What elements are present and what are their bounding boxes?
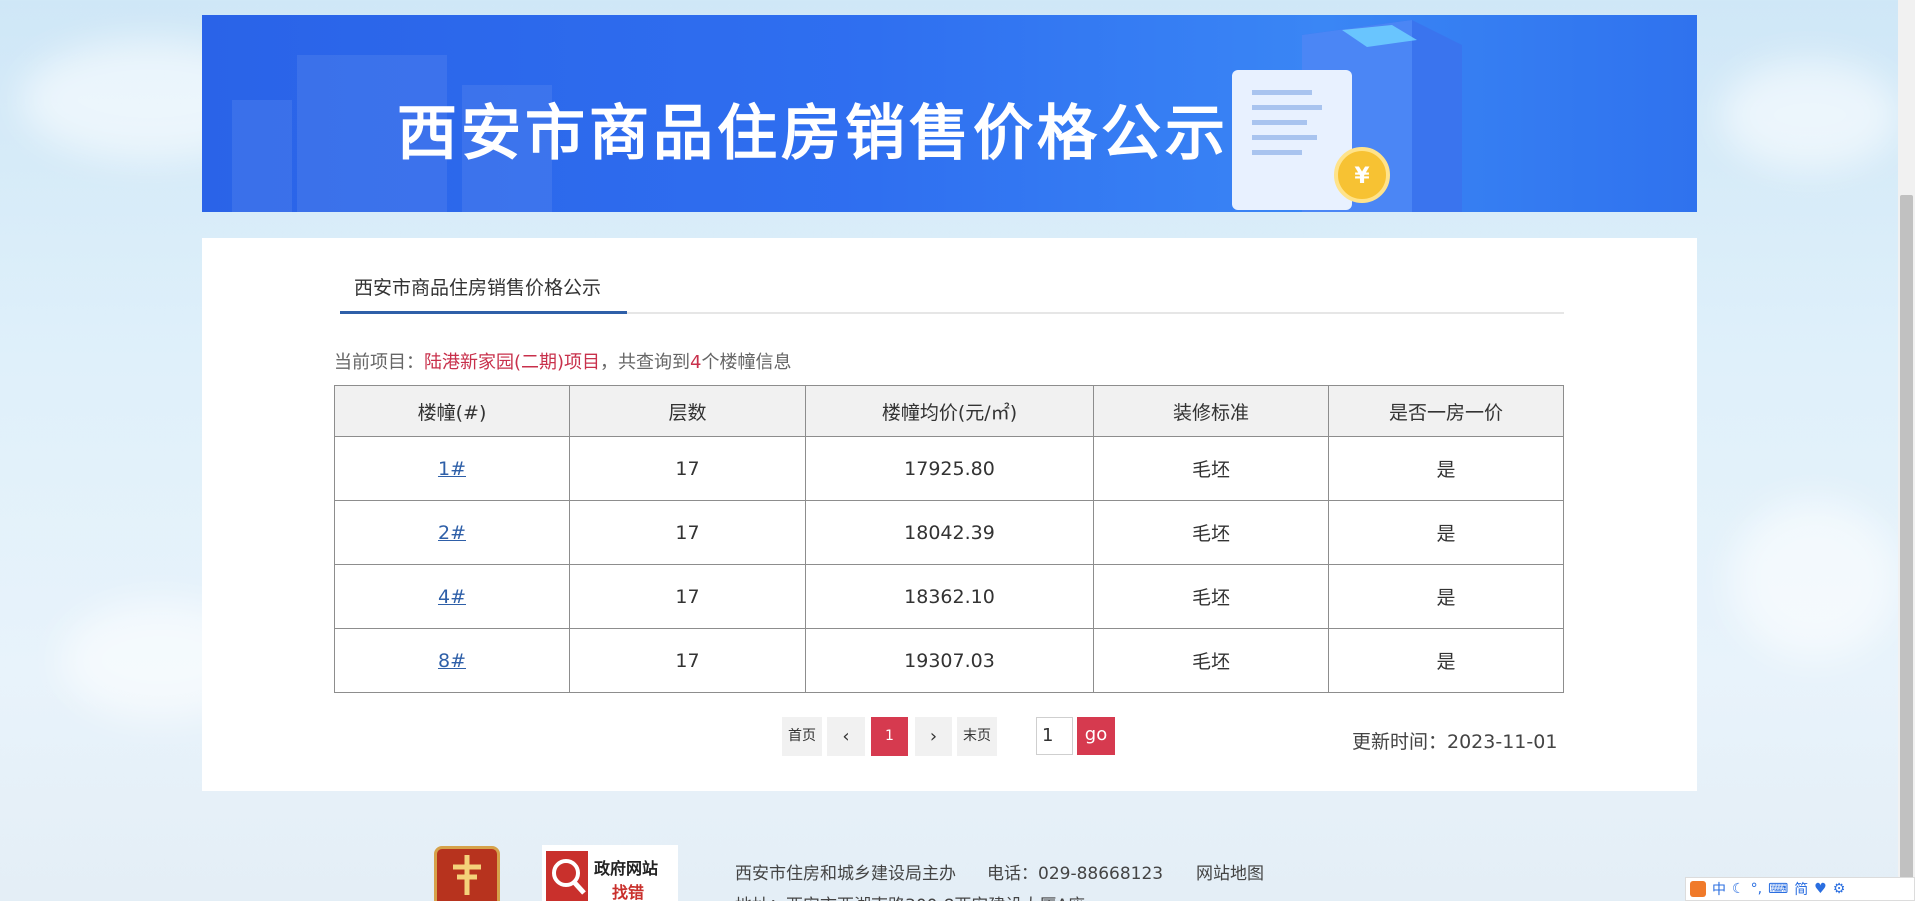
col-header-floors: 层数	[569, 385, 806, 437]
banner: 西安市商品住房销售价格公示 ¥	[202, 15, 1697, 212]
cell-decoration: 毛坯	[1093, 628, 1329, 693]
building-price-table: 楼幢(#) 层数 楼幢均价(元/㎡) 装修标准 是否一房一价 1# 17 179…	[334, 385, 1564, 693]
bg-cloud	[1720, 60, 1900, 170]
table-header-row: 楼幢(#) 层数 楼幢均价(元/㎡) 装修标准 是否一房一价	[334, 385, 1564, 437]
ime-settings-icon[interactable]: ⚙	[1833, 881, 1846, 897]
building-link[interactable]: 1#	[438, 458, 466, 480]
footer-sitemap-link[interactable]: 网站地图	[1196, 859, 1264, 884]
cell-decoration: 毛坯	[1093, 500, 1329, 565]
ime-simplified-icon[interactable]: 简	[1794, 879, 1808, 899]
last-page-button[interactable]: 末页	[957, 717, 997, 756]
query-prefix: 当前项目：	[334, 352, 424, 373]
ime-punctuation-icon[interactable]: °,	[1751, 881, 1762, 897]
banner-decor-block	[232, 100, 292, 212]
query-middle: ，共查询到	[600, 352, 691, 373]
building-link[interactable]: 2#	[438, 522, 466, 544]
col-header-building: 楼幢(#)	[334, 385, 570, 437]
cell-one-price: 是	[1328, 628, 1564, 693]
cell-building: 8#	[334, 628, 570, 693]
coin-icon: ¥	[1354, 164, 1370, 189]
query-project-name: 陆港新家园(二期)项目	[424, 352, 601, 373]
prev-page-button[interactable]: ‹	[827, 717, 865, 756]
ime-skin-icon[interactable]: ♥	[1814, 881, 1827, 897]
table-row: 1# 17 17925.80 毛坯 是	[334, 436, 1564, 501]
gov-logo-line1: 政府网站	[594, 859, 659, 878]
cell-building: 2#	[334, 500, 570, 565]
emblem-logo	[434, 846, 500, 901]
footer-host: 西安市住房和城乡建设局主办	[735, 864, 956, 884]
building-link[interactable]: 8#	[438, 650, 466, 672]
cell-one-price: 是	[1328, 564, 1564, 629]
gov-logo-line2: 找错	[612, 883, 645, 901]
query-suffix: 个楼幢信息	[701, 352, 792, 373]
query-summary: 当前项目：陆港新家园(二期)项目，共查询到4个楼幢信息	[334, 348, 792, 374]
footer-address: 地址：西安市西湖南路300-8西安建设大厦A座	[735, 891, 1085, 901]
goto-page-input[interactable]: 1	[1036, 717, 1073, 755]
cell-building: 4#	[334, 564, 570, 629]
table-row: 8# 17 19307.03 毛坯 是	[334, 628, 1564, 693]
ime-toolbar: 中 ☾ °, ⌨ 简 ♥ ⚙	[1685, 877, 1915, 901]
ime-chinese-mode-icon[interactable]: 中	[1712, 879, 1726, 899]
ime-keyboard-icon[interactable]: ⌨	[1768, 881, 1788, 897]
cell-decoration: 毛坯	[1093, 436, 1329, 501]
cell-avg-price: 18042.39	[805, 500, 1094, 565]
tab-price-announcement[interactable]: 西安市商品住房销售价格公示	[340, 273, 627, 314]
first-page-button[interactable]: 首页	[782, 717, 822, 756]
page-button-current[interactable]: 1	[871, 717, 908, 756]
update-time: 更新时间：2023-11-01	[1352, 731, 1558, 753]
table-row: 2# 17 18042.39 毛坯 是	[334, 500, 1564, 565]
next-page-button[interactable]: ›	[915, 717, 952, 756]
cell-building: 1#	[334, 436, 570, 501]
banner-title: 西安市商品住房销售价格公示	[397, 99, 1229, 169]
cell-avg-price: 18362.10	[805, 564, 1094, 629]
cell-floors: 17	[569, 628, 806, 693]
building-link[interactable]: 4#	[438, 586, 466, 608]
col-header-one-price: 是否一房一价	[1328, 385, 1564, 437]
footer-phone: 电话：029-88668123	[987, 864, 1164, 884]
gov-site-error-logo[interactable]: 政府网站 找错	[542, 845, 678, 901]
query-count: 4	[690, 352, 702, 373]
cell-floors: 17	[569, 500, 806, 565]
cell-avg-price: 17925.80	[805, 436, 1094, 501]
ime-halfwidth-icon[interactable]: ☾	[1732, 881, 1745, 897]
cell-one-price: 是	[1328, 500, 1564, 565]
bg-cloud	[1730, 500, 1900, 660]
page-scrollbar[interactable]	[1898, 0, 1915, 901]
scrollbar-thumb[interactable]	[1900, 195, 1913, 901]
col-header-avg-price: 楼幢均价(元/㎡)	[805, 385, 1094, 437]
ime-logo-icon[interactable]	[1690, 881, 1706, 897]
col-header-decoration: 装修标准	[1093, 385, 1329, 437]
cell-avg-price: 19307.03	[805, 628, 1094, 693]
cell-floors: 17	[569, 436, 806, 501]
cell-one-price: 是	[1328, 436, 1564, 501]
content-panel: 西安市商品住房销售价格公示 当前项目：陆港新家园(二期)项目，共查询到4个楼幢信…	[202, 238, 1697, 791]
go-button[interactable]: go	[1077, 717, 1115, 755]
banner-illustration: ¥	[1232, 20, 1462, 212]
emblem-icon	[453, 855, 481, 895]
cell-decoration: 毛坯	[1093, 564, 1329, 629]
cell-floors: 17	[569, 564, 806, 629]
table-row: 4# 17 18362.10 毛坯 是	[334, 564, 1564, 629]
